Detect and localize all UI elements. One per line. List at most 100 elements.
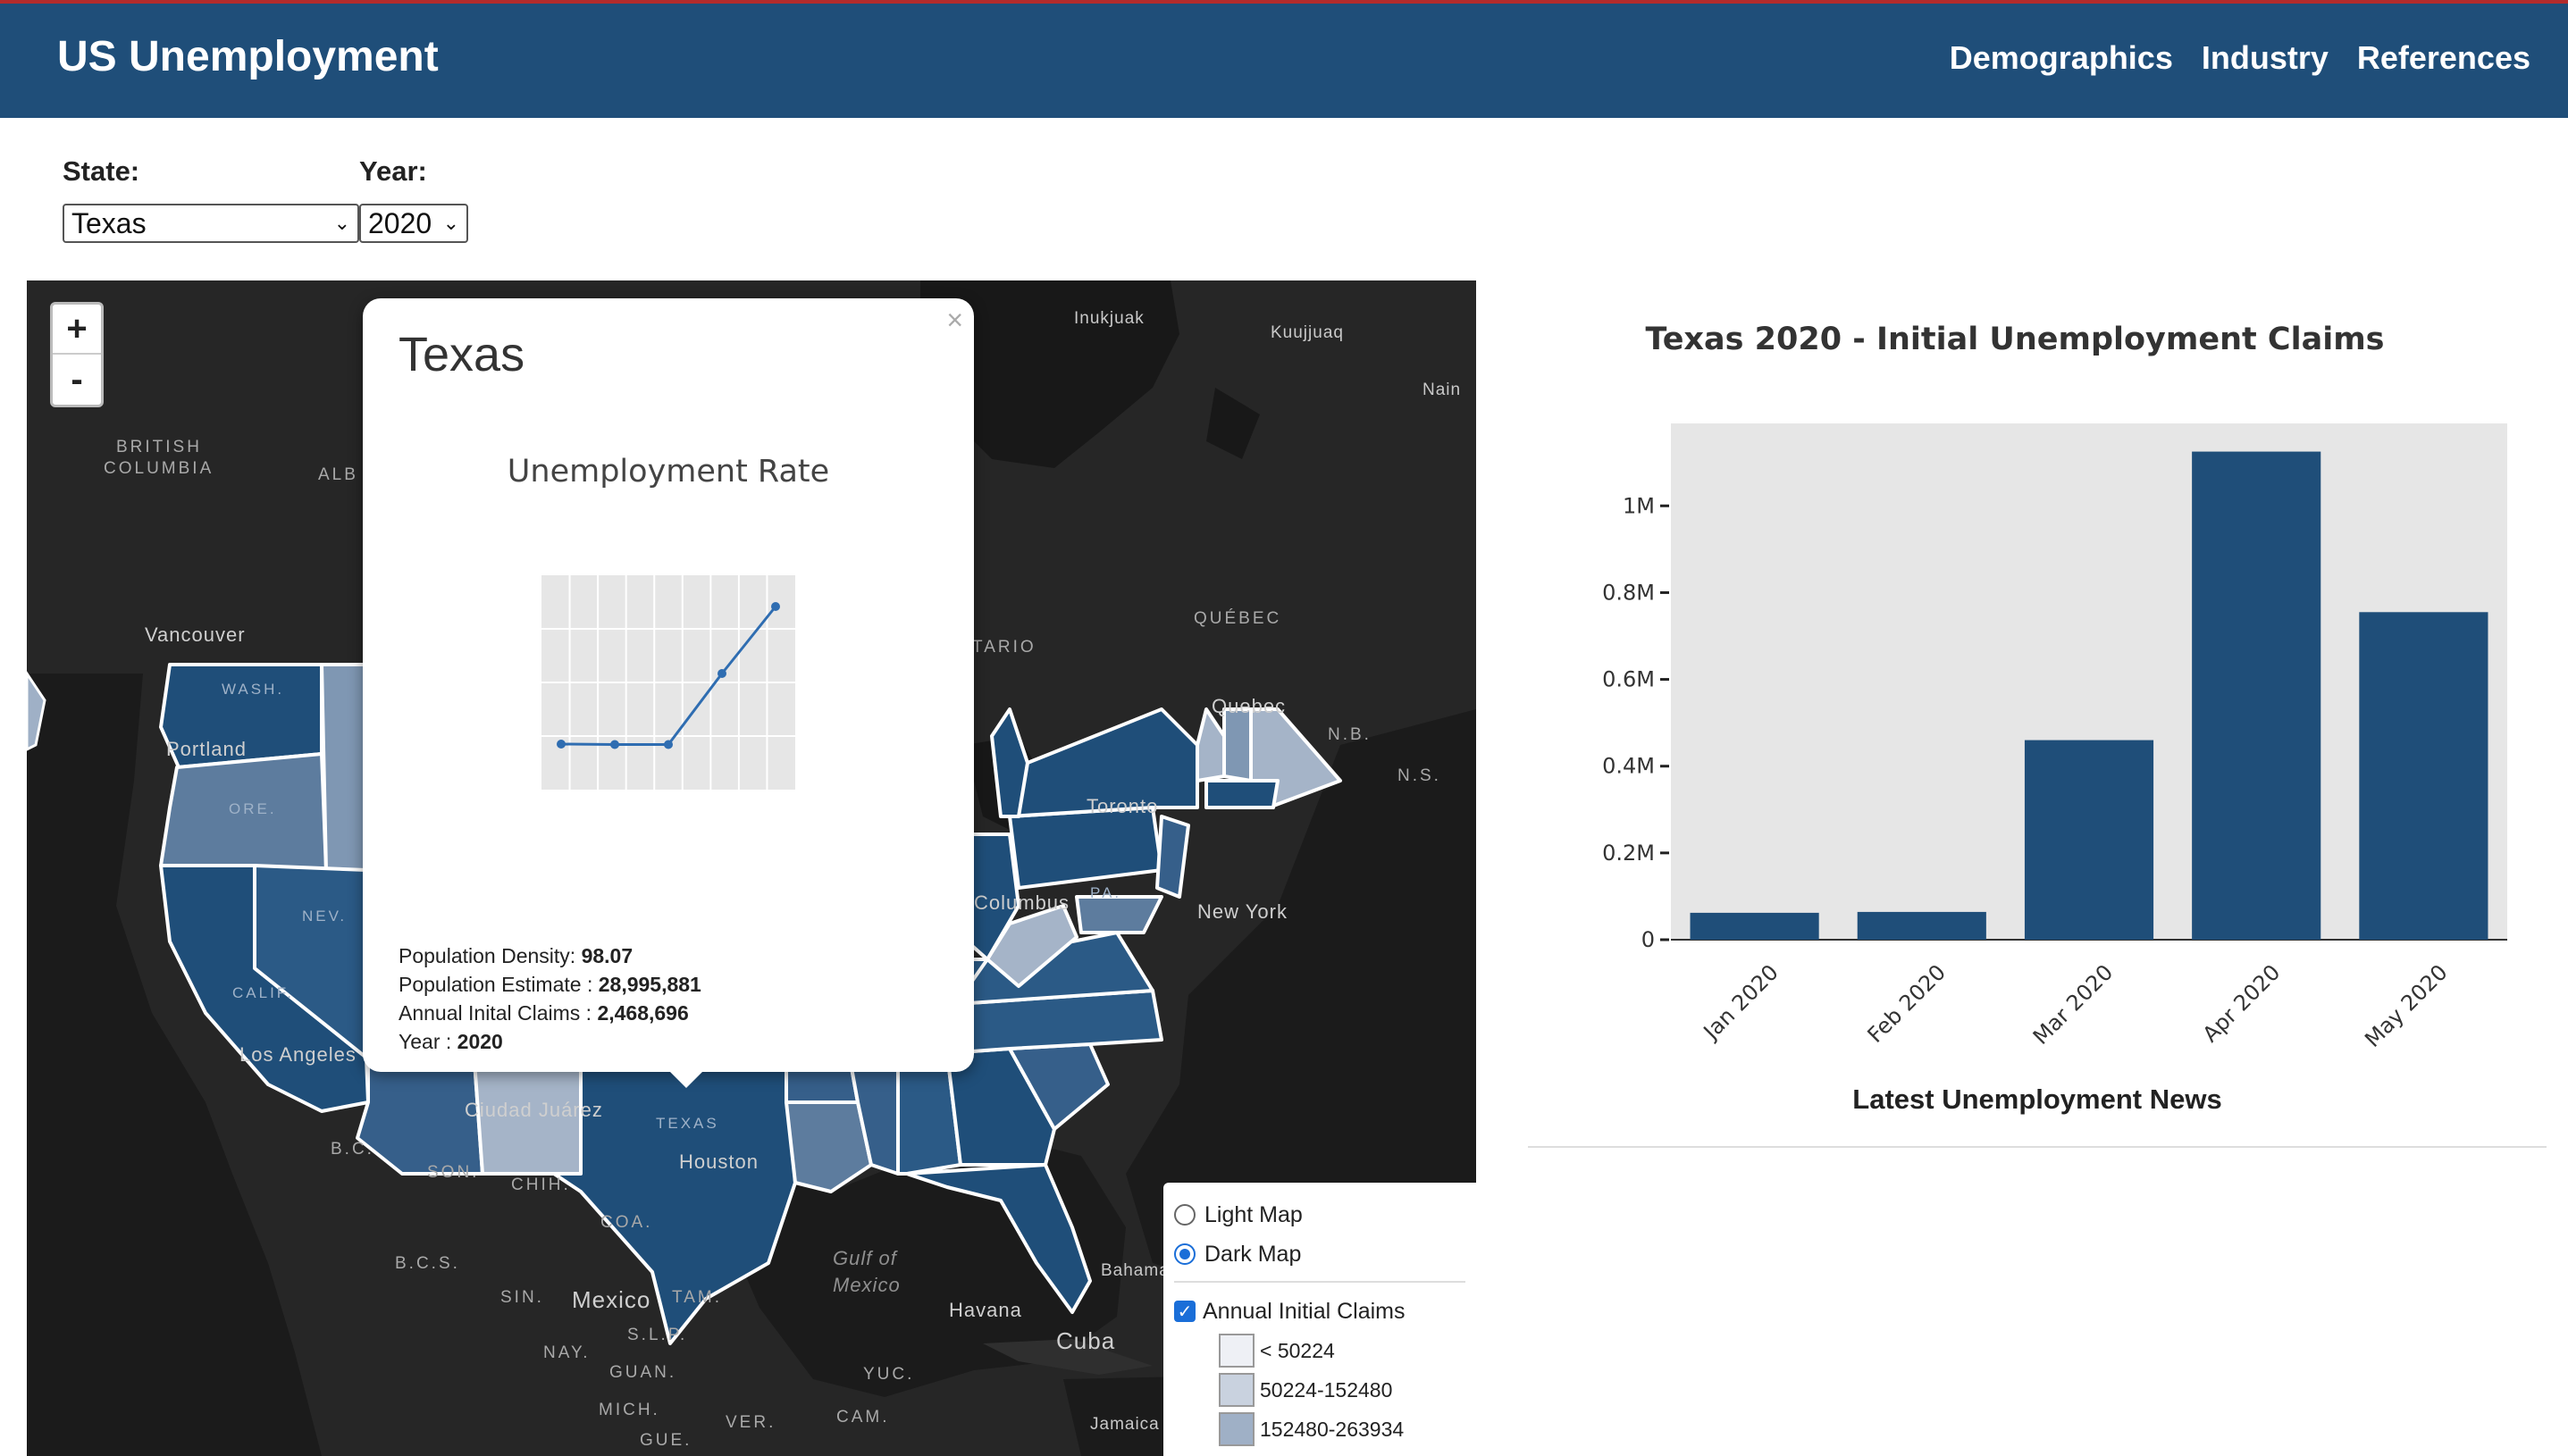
x-tick-label: May 2020 [2360,959,2452,1051]
year-select[interactable]: 2020 ⌄ [359,204,468,243]
sparkline-point [557,740,566,749]
map-label: ALB [318,465,358,484]
sparkline-point [610,740,619,749]
zoom-in-button[interactable]: + [53,305,101,355]
map-view[interactable]: BRITISH COLUMBIA ALB Vancouver Inukjuak … [27,280,1476,1456]
state-vermont [1196,707,1226,782]
bar[interactable] [1690,912,1819,940]
bar[interactable] [1857,911,1986,940]
year-select-value: 2020 [368,206,432,239]
y-tick-label: 0.2M [1602,841,1655,866]
map-label: Mexico [833,1274,901,1296]
popup-title: Texas [399,328,525,381]
layer-control: Light Map Dark Map ✓ Annual Initial Clai… [1163,1183,1476,1456]
news-divider [1528,1146,2547,1148]
map-label: NAY. [543,1343,591,1362]
map-label: TAM. [672,1288,722,1307]
map-label: CAM. [836,1408,890,1427]
map-label: Gulf of [833,1247,897,1269]
map-label: QUÉBEC [1194,609,1282,628]
map-label: Los Angeles [239,1043,357,1066]
light-map-option[interactable]: Light Map [1174,1195,1465,1234]
legend-label: 50224-152480 [1260,1377,1393,1402]
chevron-down-icon: ⌄ [333,212,350,234]
dark-map-option[interactable]: Dark Map [1174,1234,1465,1274]
map-label: VER. [726,1413,776,1432]
map-label: S.L.P. [627,1326,688,1344]
map-label: Havana [949,1299,1022,1321]
nav-link-industry[interactable]: Industry [2202,39,2329,77]
overlay-option[interactable]: ✓ Annual Initial Claims [1174,1292,1465,1331]
nav-link-references[interactable]: References [2357,39,2530,77]
map-label: Toronto [1087,795,1159,817]
legend-item: < 50224 [1174,1331,1465,1370]
map-label: N.S. [1397,766,1441,785]
dark-map-label: Dark Map [1204,1241,1302,1267]
dark-map-radio[interactable] [1174,1243,1196,1265]
bar[interactable] [2024,740,2154,940]
light-map-radio[interactable] [1174,1204,1196,1226]
stat-population: Population Estimate : 28,995,881 [399,973,701,996]
state-popup: × Texas Unemployment Rate Population Den… [363,298,974,1072]
map-label: GUAN. [609,1363,677,1382]
chart-title: Texas 2020 - Initial Unemployment Claims [1645,322,2385,357]
map-label: Vancouver [145,623,246,646]
map-label: Houston [679,1151,759,1173]
x-tick-label: Jan 2020 [1698,959,1783,1045]
zoom-out-button[interactable]: - [53,355,101,405]
y-tick-label: 0 [1641,927,1655,952]
legend-swatch [1219,1412,1255,1446]
layer-divider [1174,1281,1465,1283]
map-label: Ciudad Juárez [465,1099,603,1121]
navbar: US Unemployment Demographics Industry Re… [0,0,2568,118]
news-title: Latest Unemployment News [1852,1084,2222,1115]
map-label: COLUMBIA [104,459,214,478]
map-label: SON. [427,1163,480,1182]
popup-stats: Population Density: 98.07 Population Est… [399,941,701,1056]
state-select[interactable]: Texas ⌄ [63,204,359,243]
stat-density: Population Density: 98.07 [399,944,634,967]
x-tick-label: Feb 2020 [1863,959,1951,1047]
bar[interactable] [2192,451,2321,940]
map-label: Bahama [1101,1261,1170,1280]
nav-link-demographics[interactable]: Demographics [1950,39,2173,77]
y-tick-label: 0.4M [1602,754,1655,779]
map-label: Cuba [1056,1327,1116,1354]
map-label: GUE. [640,1431,692,1450]
brand-title[interactable]: US Unemployment [57,32,439,81]
x-tick-label: Mar 2020 [2028,959,2118,1049]
map-label: N.B. [1328,725,1372,744]
unemployment-rate-sparkline [541,575,795,790]
legend-swatch [1219,1373,1255,1407]
map-label: ORE. [229,800,277,817]
legend-label: < 50224 [1260,1338,1335,1362]
stat-claims: Annual Inital Claims : 2,468,696 [399,1001,689,1025]
map-label: SIN. [500,1288,544,1307]
light-map-label: Light Map [1204,1201,1303,1227]
map-label: Columbus [974,891,1070,914]
state-louisiana [785,1100,873,1193]
state-pennsylvania [1008,806,1163,890]
map-label: Mexico [572,1286,651,1313]
map-label: WASH. [222,681,285,698]
legend-swatch [1219,1334,1255,1368]
bar[interactable] [2359,612,2488,940]
map-label: CHIH. [511,1176,571,1194]
map-label: B.C.S. [395,1254,460,1273]
x-tick-label: Apr 2020 [2198,959,2286,1047]
close-icon[interactable]: × [946,304,963,337]
map-label: CALIF. [232,984,295,1001]
state-idaho [320,663,368,872]
map-label: YUC. [863,1365,915,1384]
checkbox-checked-icon[interactable]: ✓ [1174,1301,1196,1322]
map-label: Inukjuak [1074,309,1145,328]
map-label: COA. [600,1213,653,1232]
state-maryland [1075,895,1163,934]
map-label: New York [1197,900,1288,923]
state-michigan [990,707,1029,818]
overlay-label: Annual Initial Claims [1203,1298,1406,1324]
map-label: Portland [166,738,247,760]
state-select-value: Texas [71,206,147,239]
chevron-down-icon: ⌄ [442,212,459,234]
map-label: Quebec [1212,695,1287,717]
